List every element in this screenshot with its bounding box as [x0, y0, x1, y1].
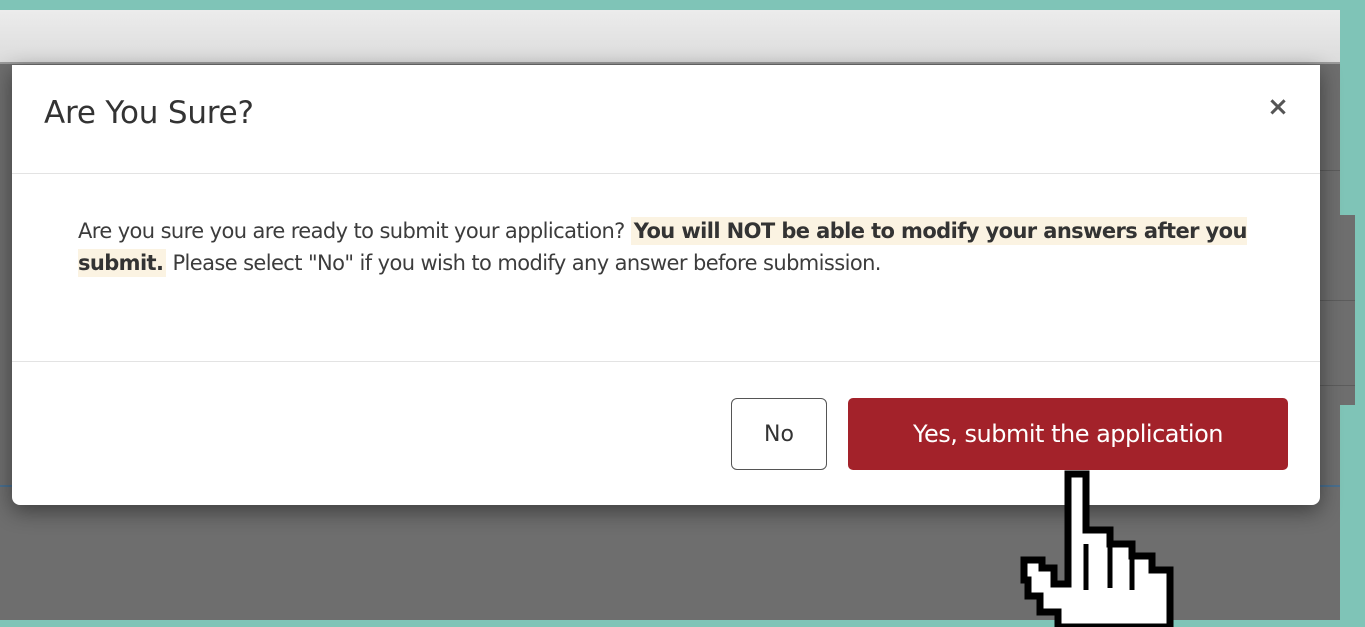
message-text: Are you sure you are ready to submit you…	[78, 219, 631, 243]
background-divider	[1320, 300, 1355, 301]
frame-edge	[1340, 10, 1355, 215]
modal-title: Are You Sure?	[44, 95, 254, 131]
background-divider	[1320, 385, 1355, 386]
hand-pointer-icon	[1020, 470, 1174, 627]
modal-body: Are you sure you are ready to submit you…	[12, 174, 1320, 362]
modal-header: Are You Sure? ×	[12, 65, 1320, 174]
screenshot-frame: Are You Sure? × Are you sure you are rea…	[0, 0, 1365, 627]
close-icon[interactable]: ×	[1262, 91, 1294, 123]
no-button[interactable]: No	[731, 398, 827, 470]
browser-top-strip	[0, 10, 1355, 64]
confirm-submit-modal: Are You Sure? × Are you sure you are rea…	[12, 65, 1320, 505]
message-text-continued: Please select "No" if you wish to modify…	[166, 251, 881, 275]
frame-edge	[1340, 405, 1355, 620]
confirmation-message: Are you sure you are ready to submit you…	[78, 215, 1258, 279]
